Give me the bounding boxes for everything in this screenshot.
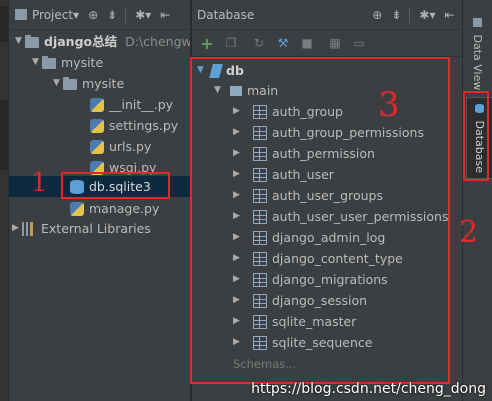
tree-row-external-libraries[interactable]: ▶ External Libraries [12, 218, 151, 239]
python-file-icon [90, 139, 104, 154]
tree-label: settings.py [109, 118, 179, 133]
watermark: https://blog.csdn.net/cheng_dong [251, 381, 486, 397]
folder-icon [25, 34, 39, 48]
tree-row-urls[interactable]: urls.py [90, 136, 151, 157]
tree-label: manage.py [89, 201, 160, 216]
database-panel-header: Database ⊕ ⇟ ✱▾ ⇤ [192, 0, 462, 30]
sync-icon[interactable]: ⊕ [88, 8, 98, 22]
folder-icon [15, 9, 27, 20]
expand-arrow-icon[interactable]: ▼ [53, 73, 63, 94]
annotation-number-1: 1 [31, 168, 48, 198]
python-file-icon [90, 97, 104, 112]
expand-arrow-icon[interactable]: ▼ [32, 52, 42, 73]
project-view-selector[interactable]: Project▾ [32, 8, 79, 22]
annotation-box-database-tab [463, 91, 489, 181]
gear-icon[interactable]: ✱▾ [135, 8, 151, 22]
expand-arrow-icon[interactable]: ▼ [15, 31, 25, 52]
annotation-box-db-file [61, 172, 170, 199]
tree-row-init[interactable]: __init__.py [90, 94, 173, 115]
right-tool-strip: Data View Database [462, 0, 492, 401]
tree-label: mysite [61, 55, 104, 70]
properties-icon[interactable]: ⚒ [274, 35, 292, 51]
library-icon [22, 221, 36, 236]
console-icon[interactable]: ▭ [350, 35, 368, 51]
annotation-number-2: 2 [459, 215, 479, 250]
toolbar-separator [125, 6, 127, 23]
tree-row-project[interactable]: ▼ django总结 D:\chengwe [15, 31, 199, 52]
tab-label: Data View [471, 34, 484, 91]
tree-label: urls.py [109, 139, 152, 154]
hide-icon[interactable]: ⇤ [444, 8, 454, 22]
table-editor-icon[interactable]: ▦ [326, 35, 344, 51]
collapse-icon[interactable]: ⇟ [107, 8, 117, 22]
left-tool-tab[interactable] [0, 6, 8, 42]
tree-row-manage[interactable]: manage.py [70, 198, 159, 219]
collapse-icon[interactable]: ⇟ [391, 8, 401, 22]
gear-icon[interactable]: ✱▾ [419, 8, 435, 22]
tree-label: __init__.py [109, 97, 174, 112]
add-icon[interactable]: + [198, 34, 216, 53]
annotation-box-db-tree [190, 57, 450, 384]
folder-icon [42, 55, 56, 69]
python-file-icon [90, 118, 104, 133]
left-tool-tab-2[interactable] [0, 100, 8, 170]
copy-icon[interactable]: ❐ [222, 35, 240, 51]
tree-row-mysite[interactable]: ▼ mysite [32, 52, 103, 73]
annotation-number-3: 3 [378, 85, 400, 125]
left-tool-strip [0, 0, 9, 401]
tree-row-mysite-pkg[interactable]: ▼ mysite [53, 73, 124, 94]
hide-icon[interactable]: ⇤ [160, 8, 170, 22]
project-path: D:\chengwe [125, 34, 200, 49]
tree-row-settings[interactable]: settings.py [90, 115, 178, 136]
data-view-tab[interactable]: Data View [471, 18, 484, 90]
expand-arrow-icon[interactable]: ▶ [12, 218, 22, 239]
refresh-icon[interactable]: ↻ [250, 35, 268, 51]
database-panel-title: Database [197, 7, 255, 22]
folder-icon [63, 76, 77, 90]
sync-icon[interactable]: ⊕ [372, 8, 382, 22]
tree-label: django总结 [44, 34, 118, 49]
stop-icon[interactable]: ■ [298, 35, 316, 51]
tree-label: mysite [82, 76, 125, 91]
tree-label: External Libraries [41, 221, 151, 236]
project-panel-header: Project▾ ⊕ ⇟ ✱▾ ⇤ [9, 0, 190, 30]
python-file-icon [70, 201, 84, 216]
grid-icon [472, 18, 482, 27]
toolbar-separator [409, 6, 411, 23]
database-toolbar: + ❐ ↻ ⚒ ■ ▦ ▭ [192, 30, 462, 57]
